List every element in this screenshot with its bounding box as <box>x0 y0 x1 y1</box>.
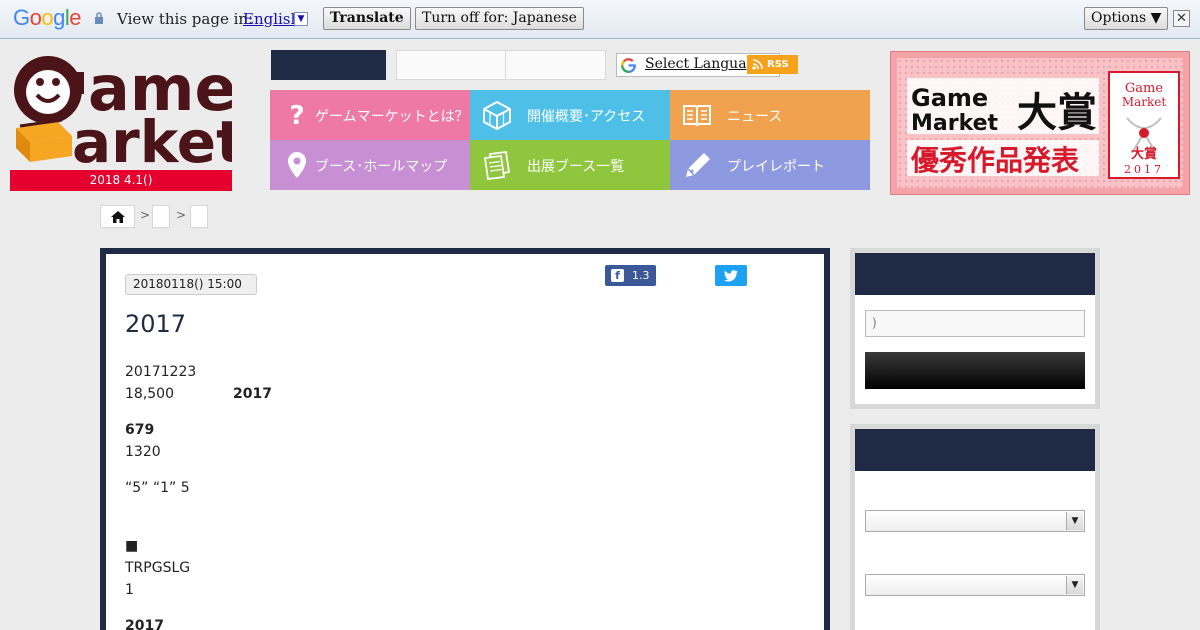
breadcrumb-home[interactable] <box>100 205 135 228</box>
breadcrumb-item[interactable] <box>152 205 170 228</box>
facebook-count: 1.3 <box>632 269 650 282</box>
map-pin-icon <box>288 152 306 178</box>
lock-icon <box>95 12 103 24</box>
article-date: 20180118() 15:00 <box>125 274 257 295</box>
svg-text:?: ? <box>289 101 304 130</box>
article-line: 18,500 <box>125 386 174 402</box>
nav-item-news[interactable]: ニュース <box>670 90 870 140</box>
select-language-label: Select Language <box>645 56 749 72</box>
sidebar-search-button[interactable] <box>865 352 1085 389</box>
svg-text:2017: 2017 <box>1124 163 1164 176</box>
article-line: “5” “1” 5 <box>125 480 190 496</box>
header-dark-button[interactable] <box>271 50 386 80</box>
article-title: 2017 <box>125 310 187 338</box>
svg-text:大賞: 大賞 <box>1131 146 1157 162</box>
options-button[interactable]: Options ▼ <box>1084 7 1169 30</box>
sidebar-search-input[interactable]: ) <box>865 310 1085 337</box>
home-icon <box>111 211 125 223</box>
pen-icon <box>686 153 710 177</box>
book-icon <box>683 105 711 127</box>
breadcrumb-item[interactable] <box>190 205 208 228</box>
article-line: 1 <box>125 582 134 598</box>
header-box[interactable] <box>396 50 506 80</box>
event-date-strip: 2018 4.1() <box>10 170 232 191</box>
chevron-down-icon: ▼ <box>1066 576 1083 594</box>
svg-text:Game: Game <box>911 84 988 112</box>
language-link[interactable]: English <box>243 10 300 28</box>
rss-label: RSS <box>767 59 789 70</box>
translate-bar: Google View this page in: English ▼ Tran… <box>0 0 1200 39</box>
sidebar-filter-widget: ▼ ▼ <box>850 424 1100 630</box>
svg-text:Game: Game <box>1125 81 1163 96</box>
sidebar-select[interactable]: ▼ <box>865 574 1085 596</box>
nav-item-label: 出展ブース一覧 <box>527 159 625 175</box>
nav-item-label: 開催概要･アクセス <box>527 109 646 125</box>
google-g-icon <box>621 58 636 73</box>
svg-text:優秀作品発表: 優秀作品発表 <box>910 144 1079 177</box>
turn-off-button[interactable]: Turn off for: Japanese <box>415 7 584 30</box>
sidebar-widget-header <box>855 253 1095 295</box>
svg-text:大賞: 大賞 <box>1017 90 1097 136</box>
svg-text:Market: Market <box>1122 95 1167 109</box>
svg-text:Market: Market <box>911 111 999 136</box>
translate-button[interactable]: Translate <box>323 7 411 30</box>
sidebar-search-widget: ) <box>850 248 1100 409</box>
nav-item-play-report[interactable]: プレイレポート <box>670 140 870 190</box>
cube-icon <box>483 100 511 130</box>
language-dropdown-icon[interactable]: ▼ <box>294 12 308 26</box>
nav-item-label: ゲームマーケットとは？ <box>315 109 469 125</box>
view-page-label: View this page in: <box>117 10 254 28</box>
twitter-icon <box>724 270 738 282</box>
question-icon: ? <box>289 101 304 130</box>
nav-item-label: ニュース <box>727 109 783 125</box>
chevron-down-icon: ▼ <box>1066 512 1083 530</box>
nav-item-label: ブース･ホールマップ <box>315 159 448 175</box>
nav-item-overview[interactable]: 開催概要･アクセス <box>470 90 670 140</box>
article-line-bold: 2017 <box>233 386 272 402</box>
facebook-share-button[interactable]: f 1.3 <box>605 265 656 286</box>
award-banner-inner: Game Market 大賞 優秀作品発表 Game Market 大賞 201… <box>897 58 1183 188</box>
sidebar-select[interactable]: ▼ <box>865 510 1085 532</box>
nav-item-booth-list[interactable]: 出展ブース一覧 <box>470 140 670 190</box>
breadcrumb-separator: > <box>140 208 151 222</box>
breadcrumb-separator: > <box>176 208 187 222</box>
nav-item-booth-map[interactable]: ブース･ホールマップ <box>270 140 470 190</box>
nav-item-label: プレイレポート <box>727 159 825 175</box>
article-line: TRPGSLG <box>125 560 191 576</box>
article: 20180118() 15:00 f 1.3 2017 20171223 18,… <box>100 248 830 630</box>
sidebar-widget-header <box>855 429 1095 471</box>
rss-button[interactable]: RSS <box>747 55 798 74</box>
twitter-share-button[interactable] <box>715 265 747 286</box>
header-box[interactable] <box>505 50 606 80</box>
article-line-bold: 2017 <box>125 618 164 630</box>
article-line: 20171223 <box>125 364 197 380</box>
nav-item-about[interactable]: ? ゲームマーケットとは？ <box>270 90 470 140</box>
article-line-bold: 679 <box>125 422 155 438</box>
rss-icon <box>752 59 763 70</box>
documents-icon <box>483 150 511 180</box>
google-logo: Google <box>13 5 82 30</box>
article-bullet: ■ <box>125 538 139 554</box>
award-banner-artwork: Game Market 大賞 優秀作品発表 Game Market 大賞 201… <box>907 71 1180 179</box>
award-banner[interactable]: Game Market 大賞 優秀作品発表 Game Market 大賞 201… <box>890 51 1190 195</box>
main-nav: ? ゲームマーケットとは？ 開催概要･アクセス ニュース ブース･ホールマップ … <box>270 90 870 190</box>
article-line: 1320 <box>125 444 161 460</box>
close-icon[interactable]: ✕ <box>1173 10 1190 27</box>
svg-text:arket: arket <box>72 108 232 176</box>
facebook-icon: f <box>611 269 624 282</box>
